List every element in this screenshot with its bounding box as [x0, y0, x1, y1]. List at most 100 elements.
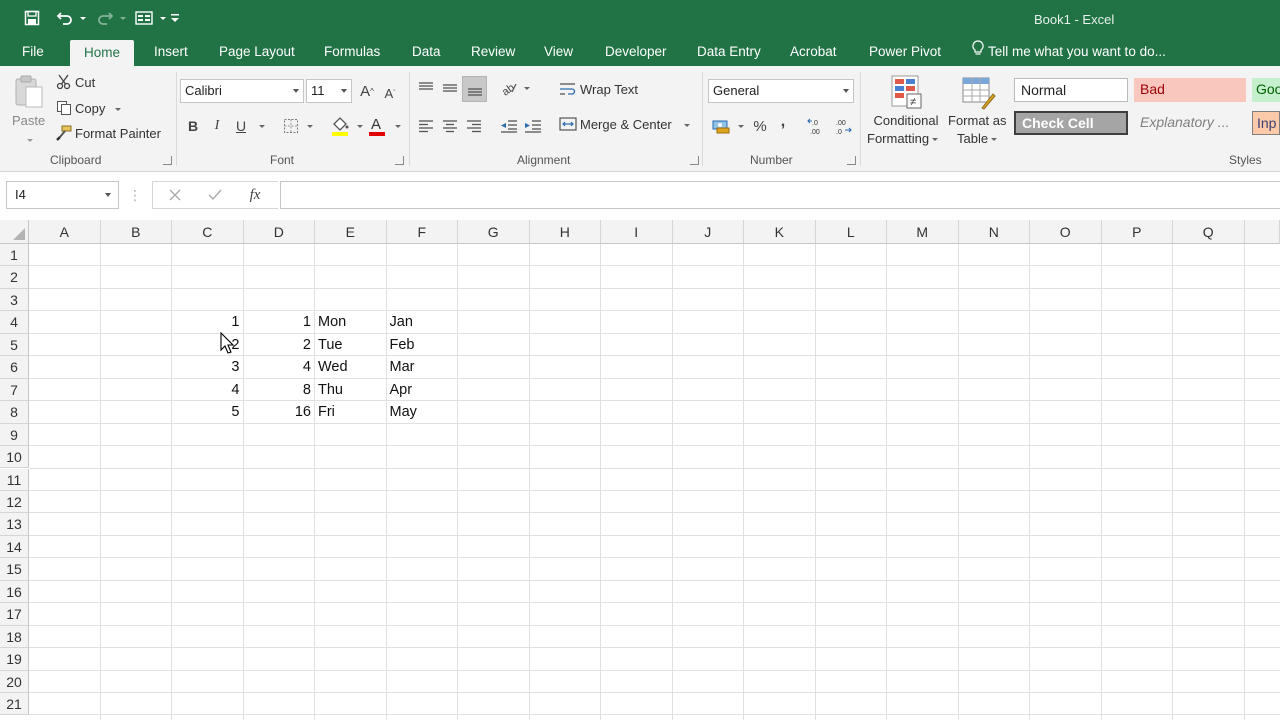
undo-dropdown-icon[interactable]	[76, 7, 86, 29]
paste-dropdown-icon[interactable]	[24, 132, 33, 147]
cell-e4[interactable]: Mon	[315, 311, 386, 333]
fill-color-dropdown-icon[interactable]	[352, 116, 364, 136]
style-explanatory[interactable]: Explanatory ...	[1134, 111, 1246, 135]
font-launcher-icon[interactable]	[395, 156, 404, 165]
style-normal[interactable]: Normal	[1014, 78, 1128, 102]
row-header-3[interactable]: 3	[0, 288, 29, 312]
format-painter-button[interactable]: Format Painter	[56, 125, 161, 144]
tell-me-box[interactable]: Tell me what you want to do...	[972, 38, 1166, 66]
tab-home[interactable]: Home	[70, 40, 135, 66]
row-header-6[interactable]: 6	[0, 356, 29, 379]
italic-button[interactable]: I	[208, 116, 226, 136]
currency-icon[interactable]	[710, 116, 734, 136]
worksheet-grid[interactable]: ABCDEFGHIJKLMNOPQ 1 2 3 4 5 6 7 8 9 10 11 12 13 14 15 1…	[0, 220, 1280, 720]
save-icon[interactable]	[20, 7, 44, 29]
tab-data-entry[interactable]: Data Entry	[697, 38, 761, 66]
row-header-7[interactable]: 7	[0, 378, 29, 402]
cell-d7[interactable]: 8	[244, 379, 315, 401]
tab-page-layout[interactable]: Page Layout	[219, 38, 295, 66]
column-header-q[interactable]: Q	[1173, 220, 1245, 244]
column-header-e[interactable]: E	[315, 220, 387, 244]
row-header-18[interactable]: 18	[0, 625, 29, 649]
underline-button[interactable]: U	[232, 116, 250, 136]
paste-icon[interactable]	[10, 72, 48, 112]
row-header-8[interactable]: 8	[0, 401, 29, 424]
formula-input[interactable]	[280, 181, 1280, 209]
tab-review[interactable]: Review	[471, 38, 515, 66]
name-box[interactable]: I4	[6, 181, 119, 209]
fill-color-icon[interactable]	[328, 114, 352, 138]
cell-e7[interactable]: Thu	[315, 379, 386, 401]
cell-f7[interactable]: Apr	[387, 379, 458, 401]
conditional-formatting-button[interactable]: Formatting	[867, 131, 939, 146]
column-header-partial[interactable]	[1244, 220, 1280, 244]
more-options-icon[interactable]: ⋮	[128, 187, 142, 203]
cell-d5[interactable]: 2	[244, 334, 315, 356]
row-header-5[interactable]: 5	[0, 333, 29, 357]
cell-f4[interactable]: Jan	[387, 311, 458, 333]
row-header-11[interactable]: 11	[0, 468, 29, 491]
align-left-icon[interactable]	[416, 116, 436, 136]
column-header-c[interactable]: C	[172, 220, 244, 244]
alignment-launcher-icon[interactable]	[690, 156, 699, 165]
decrease-indent-icon[interactable]	[498, 116, 520, 136]
merge-center-button[interactable]: Merge & Center	[559, 116, 690, 135]
row-header-10[interactable]: 10	[0, 446, 29, 469]
number-format-box[interactable]: General	[708, 79, 854, 103]
cell-d8[interactable]: 16	[244, 401, 315, 423]
conditional-formatting-line1[interactable]: Conditional	[871, 113, 941, 128]
undo-icon[interactable]	[54, 7, 76, 29]
row-header-15[interactable]: 15	[0, 558, 29, 581]
style-input[interactable]: Inp	[1252, 111, 1280, 135]
orientation-dropdown-icon[interactable]	[520, 78, 530, 98]
copy-button[interactable]: Copy	[56, 100, 122, 119]
column-header-o[interactable]: O	[1030, 220, 1102, 244]
redo-dropdown-icon[interactable]	[116, 7, 126, 29]
align-right-icon[interactable]	[464, 116, 484, 136]
tab-file[interactable]: File	[22, 38, 44, 66]
conditional-formatting-icon[interactable]: ≠	[886, 72, 926, 112]
cell-d6[interactable]: 4	[244, 356, 315, 378]
cell-d4[interactable]: 1	[244, 311, 315, 333]
enter-icon[interactable]	[206, 186, 224, 204]
row-header-13[interactable]: 13	[0, 513, 29, 536]
bold-button[interactable]: B	[184, 116, 202, 136]
cell-e8[interactable]: Fri	[315, 401, 386, 423]
borders-icon[interactable]	[280, 116, 302, 136]
redo-icon[interactable]	[94, 7, 116, 29]
format-as-table-button[interactable]: Table	[957, 131, 998, 146]
tab-insert[interactable]: Insert	[154, 38, 188, 66]
underline-dropdown-icon[interactable]	[254, 116, 266, 136]
cell-c4[interactable]: 1	[172, 311, 243, 333]
tab-acrobat[interactable]: Acrobat	[790, 38, 837, 66]
row-header-2[interactable]: 2	[0, 266, 29, 289]
cell-f5[interactable]: Feb	[387, 334, 458, 356]
tab-developer[interactable]: Developer	[605, 38, 667, 66]
tab-power-pivot[interactable]: Power Pivot	[869, 38, 941, 66]
middle-align-icon[interactable]	[440, 78, 460, 98]
row-header-16[interactable]: 16	[0, 580, 29, 604]
row-header-20[interactable]: 20	[0, 670, 29, 693]
column-header-h[interactable]: H	[529, 220, 601, 244]
font-color-dropdown-icon[interactable]	[390, 116, 402, 136]
column-header-m[interactable]: M	[887, 220, 959, 244]
borders-dropdown-icon[interactable]	[302, 116, 314, 136]
form-dropdown-icon[interactable]	[156, 7, 166, 29]
column-header-n[interactable]: N	[958, 220, 1030, 244]
wrap-text-button[interactable]: Wrap Text	[559, 81, 638, 100]
cell-f6[interactable]: Mar	[387, 356, 458, 378]
font-size-box[interactable]: 11	[306, 79, 352, 103]
insert-function-button[interactable]: fx	[244, 185, 266, 205]
row-header-19[interactable]: 19	[0, 648, 29, 671]
grow-font-icon[interactable]: A ^	[358, 81, 376, 101]
paste-button[interactable]: Paste	[12, 113, 45, 128]
cell-e6[interactable]: Wed	[315, 356, 386, 378]
number-launcher-icon[interactable]	[847, 156, 856, 165]
comma-button[interactable]: ,	[776, 112, 790, 132]
column-header-i[interactable]: I	[601, 220, 673, 244]
column-header-g[interactable]: G	[458, 220, 530, 244]
cancel-icon[interactable]	[166, 186, 184, 204]
cell-c7[interactable]: 4	[172, 379, 243, 401]
form-icon[interactable]	[132, 7, 156, 29]
decrease-decimal-icon[interactable]: .00.0	[832, 114, 856, 138]
